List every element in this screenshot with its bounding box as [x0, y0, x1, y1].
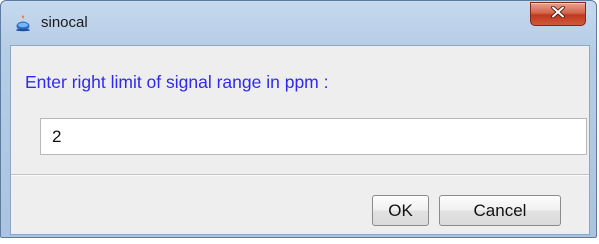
cancel-button[interactable]: Cancel — [439, 195, 561, 226]
title-bar[interactable]: sinocal — [1, 1, 596, 45]
close-icon — [551, 5, 565, 23]
ok-button[interactable]: OK — [372, 195, 429, 226]
prompt-label: Enter right limit of signal range in ppm… — [25, 72, 329, 92]
window-title: sinocal — [41, 14, 88, 31]
ppm-value-input[interactable] — [40, 118, 587, 155]
dialog-body: Enter right limit of signal range in ppm… — [10, 45, 590, 235]
java-app-icon — [14, 14, 32, 32]
dialog-window: sinocal Enter right limit of signal rang… — [0, 0, 597, 238]
button-separator — [11, 174, 589, 176]
close-button[interactable] — [530, 2, 586, 26]
